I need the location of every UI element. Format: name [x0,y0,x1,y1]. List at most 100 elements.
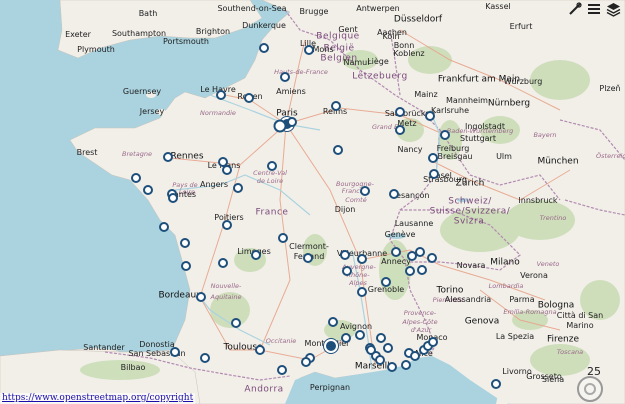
map-marker[interactable] [395,107,405,117]
map-marker[interactable] [425,111,435,121]
map-marker[interactable] [357,254,367,264]
map-marker[interactable] [273,119,287,133]
map-label: Koblenz [393,49,425,58]
map-marker[interactable] [360,186,370,196]
map-label: Comté [345,195,367,204]
layers-icon[interactable] [605,1,621,17]
map-marker[interactable] [405,266,415,276]
map-label: Perpignan [309,383,351,392]
map-marker[interactable] [387,362,397,372]
map-label: Antwerpen [356,4,400,13]
map-label: Dunkerque [242,21,286,30]
map-label: Nancy [397,145,423,154]
map-marker[interactable] [278,233,288,243]
map-marker[interactable] [366,345,376,355]
map-marker[interactable] [131,173,141,183]
map-marker[interactable] [381,277,391,287]
map-marker[interactable] [401,360,411,370]
map-marker[interactable] [376,333,386,343]
map-label: Breisgau [437,152,473,161]
map-marker[interactable] [328,317,338,327]
map-label: Mainz [414,90,438,99]
map-marker[interactable] [429,169,439,179]
map-label: Mons [312,45,334,54]
map-marker[interactable] [251,250,261,260]
map-marker[interactable] [428,337,438,347]
map-marker[interactable] [389,189,399,199]
map-marker[interactable] [287,117,297,127]
map-marker[interactable] [428,153,438,163]
map-label: Liège [367,57,389,66]
map-marker[interactable] [410,351,420,361]
copyright-link[interactable]: https://www.openstreetmap.org/copyright [0,393,196,404]
map-marker[interactable] [304,45,314,55]
map-marker[interactable] [231,318,241,328]
map-label: Southend-on-Sea [217,4,287,13]
map-marker[interactable] [340,250,350,260]
map-label: Rennes [170,151,204,162]
map-label: Würzburg [503,77,543,86]
map-marker[interactable] [196,292,206,302]
locate-control[interactable] [577,376,603,402]
map-marker[interactable] [415,247,425,257]
map-label: Svizra [453,216,485,227]
map-marker[interactable] [301,357,311,367]
map-label: Aachen [377,28,407,37]
map-label: Alpes [349,278,367,287]
map-marker[interactable] [244,93,254,103]
map-marker[interactable] [303,253,313,263]
map-marker[interactable] [440,130,450,140]
map-marker[interactable] [170,347,180,357]
map-marker[interactable] [342,266,352,276]
map-canvas[interactable]: Bath Southend-on-Sea Brugge Antwerpen Düssel… [0,0,625,404]
map-marker[interactable] [159,222,169,232]
map-marker[interactable] [267,161,277,171]
map-marker[interactable] [417,265,427,275]
map-marker[interactable] [255,345,265,355]
map-label: Bayern [533,130,557,139]
map-marker[interactable] [280,72,290,82]
map-label: Avignon [339,322,373,331]
map-marker[interactable] [216,90,226,100]
map-marker[interactable] [395,125,405,135]
map-marker[interactable] [200,353,210,363]
map-label: Emilia-Romagna [503,307,557,316]
map-marker[interactable] [333,145,343,155]
map-marker[interactable] [259,43,269,53]
map-marker[interactable] [341,333,351,343]
map-marker[interactable] [143,185,153,195]
map-label: Città di San [556,311,604,320]
map-label: Veneto [536,259,560,268]
map-label: Southampton [111,29,167,38]
map-marker[interactable] [383,343,393,353]
measure-icon[interactable] [567,1,583,17]
map-marker[interactable] [181,261,191,271]
map-marker[interactable] [491,379,501,389]
map-marker[interactable] [163,152,173,162]
map-marker[interactable] [180,238,190,248]
map-marker[interactable] [168,193,178,203]
map-label: München [537,156,579,167]
map-label: Annecy [381,257,411,266]
map-marker[interactable] [218,258,228,268]
map-marker[interactable] [222,220,232,230]
map-label: Parma [509,295,535,304]
map-label: Verona [520,271,548,280]
map-label: Plzeň [599,84,621,93]
map-label: Trentino [539,213,567,222]
map-marker[interactable] [427,253,437,263]
menu-icon[interactable] [586,1,602,17]
map-marker[interactable] [331,101,341,111]
map-marker[interactable] [222,165,232,175]
map-marker[interactable] [355,330,365,340]
map-label: Erfurt [509,22,533,31]
map-marker[interactable] [277,365,287,375]
map-marker[interactable] [375,355,385,365]
map-marker[interactable] [324,339,338,353]
map-label: Amiens [276,87,306,96]
map-label: Brugge [299,7,329,16]
map-marker[interactable] [233,183,243,193]
map-label: Guernsey [122,87,162,96]
map-marker[interactable] [357,287,367,297]
map-marker[interactable] [391,247,401,257]
